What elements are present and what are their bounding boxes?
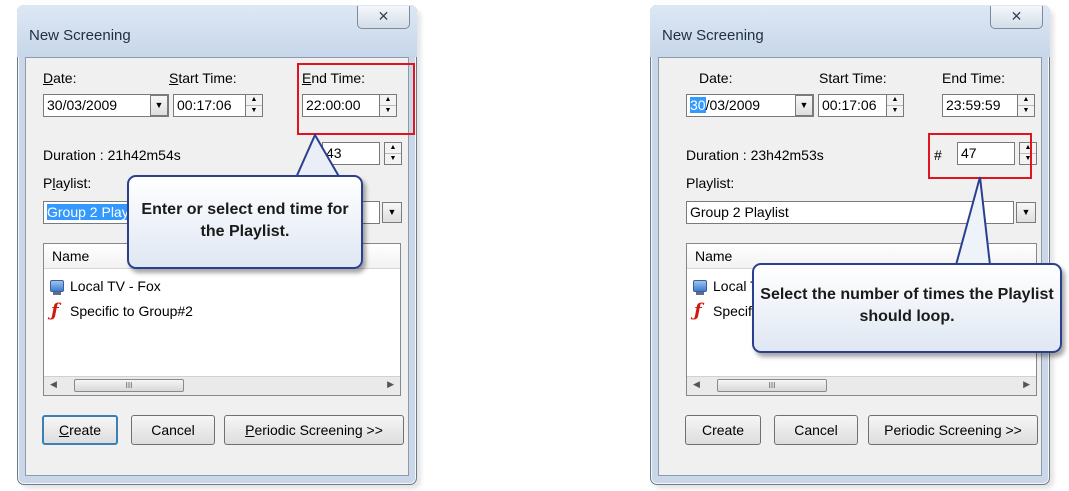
scroll-right-icon[interactable]: ▶ [387,379,394,390]
dialog-title: New Screening [662,27,764,44]
duration-text: Duration : 23h42m53s [686,147,824,163]
flash-icon: ƒ [694,300,702,321]
create-button[interactable]: Create [685,415,761,445]
scroll-left-icon[interactable]: ◀ [693,379,700,390]
periodic-screening-button[interactable]: Periodic Screening >> [868,415,1038,445]
callout-pointer [954,176,992,266]
tv-icon [693,280,707,295]
date-label: Date: [43,70,77,86]
end-time-field[interactable]: 23:59:59 [942,94,1018,117]
spin-down-icon[interactable]: ▼ [385,154,401,164]
playlist-dropdown-button[interactable]: ▼ [1016,202,1036,223]
scroll-thumb[interactable]: III [717,379,827,392]
close-button[interactable]: ✕ [990,6,1043,29]
chevron-down-icon: ▼ [154,100,164,110]
end-time-spinner[interactable]: ▲ ▼ [1017,94,1035,117]
spin-up-icon[interactable]: ▲ [1018,95,1034,106]
chevron-down-icon: ▼ [799,100,809,110]
start-time-spinner[interactable]: ▲ ▼ [245,94,263,117]
playlist-label: Playlist: [43,175,92,191]
horizontal-scrollbar[interactable]: ◀ III ▶ [44,376,400,395]
cancel-button[interactable]: Cancel [131,415,215,445]
date-dropdown-button[interactable]: ▼ [150,95,168,116]
scroll-left-icon[interactable]: ◀ [50,379,57,390]
spin-up-icon[interactable]: ▲ [246,95,262,106]
horizontal-scrollbar[interactable]: ◀ III ▶ [687,376,1036,395]
duration-text: Duration : 21h42m54s [43,147,181,163]
close-button[interactable]: ✕ [357,6,410,29]
playlist-label: Playlist: [686,175,735,191]
dialog-title: New Screening [29,27,131,44]
start-time-spinner[interactable]: ▲ ▼ [886,94,904,117]
callout-end-time: Enter or select end time for the Playlis… [127,175,363,269]
date-label: Date: [699,70,733,86]
start-time-label: Start Time: [819,70,887,86]
tv-icon [50,280,64,295]
date-dropdown-button[interactable]: ▼ [795,95,813,116]
spin-down-icon[interactable]: ▼ [246,106,262,116]
cancel-button[interactable]: Cancel [774,415,858,445]
spin-up-icon[interactable]: ▲ [385,143,401,154]
new-screening-dialog-left: New Screening ✕ Date: Start Time: End Ti… [17,5,421,489]
end-time-label: End Time: [942,70,1006,86]
start-time-label: Start Time: [169,70,237,86]
flash-icon: ƒ [51,300,59,321]
scroll-right-icon[interactable]: ▶ [1023,379,1030,390]
close-icon: ✕ [377,8,390,24]
create-button[interactable]: Create [42,415,118,445]
chevron-down-icon: ▼ [387,207,397,217]
chevron-down-icon: ▼ [1021,207,1031,217]
spin-up-icon[interactable]: ▲ [887,95,903,106]
name-column-header[interactable]: Name [52,248,89,264]
name-column-header[interactable]: Name [695,248,732,264]
spin-down-icon[interactable]: ▼ [887,106,903,116]
periodic-screening-button[interactable]: Periodic Screening >> [224,415,404,445]
spin-down-icon[interactable]: ▼ [1018,106,1034,116]
scroll-thumb[interactable]: III [74,379,184,392]
playlist-dropdown-button[interactable]: ▼ [382,202,402,223]
close-icon: ✕ [1010,8,1023,24]
callout-loop-count: Select the number of times the Playlist … [752,263,1062,353]
new-screening-dialog-right: New Screening ✕ Date: Start Time: End Ti… [650,5,1062,489]
